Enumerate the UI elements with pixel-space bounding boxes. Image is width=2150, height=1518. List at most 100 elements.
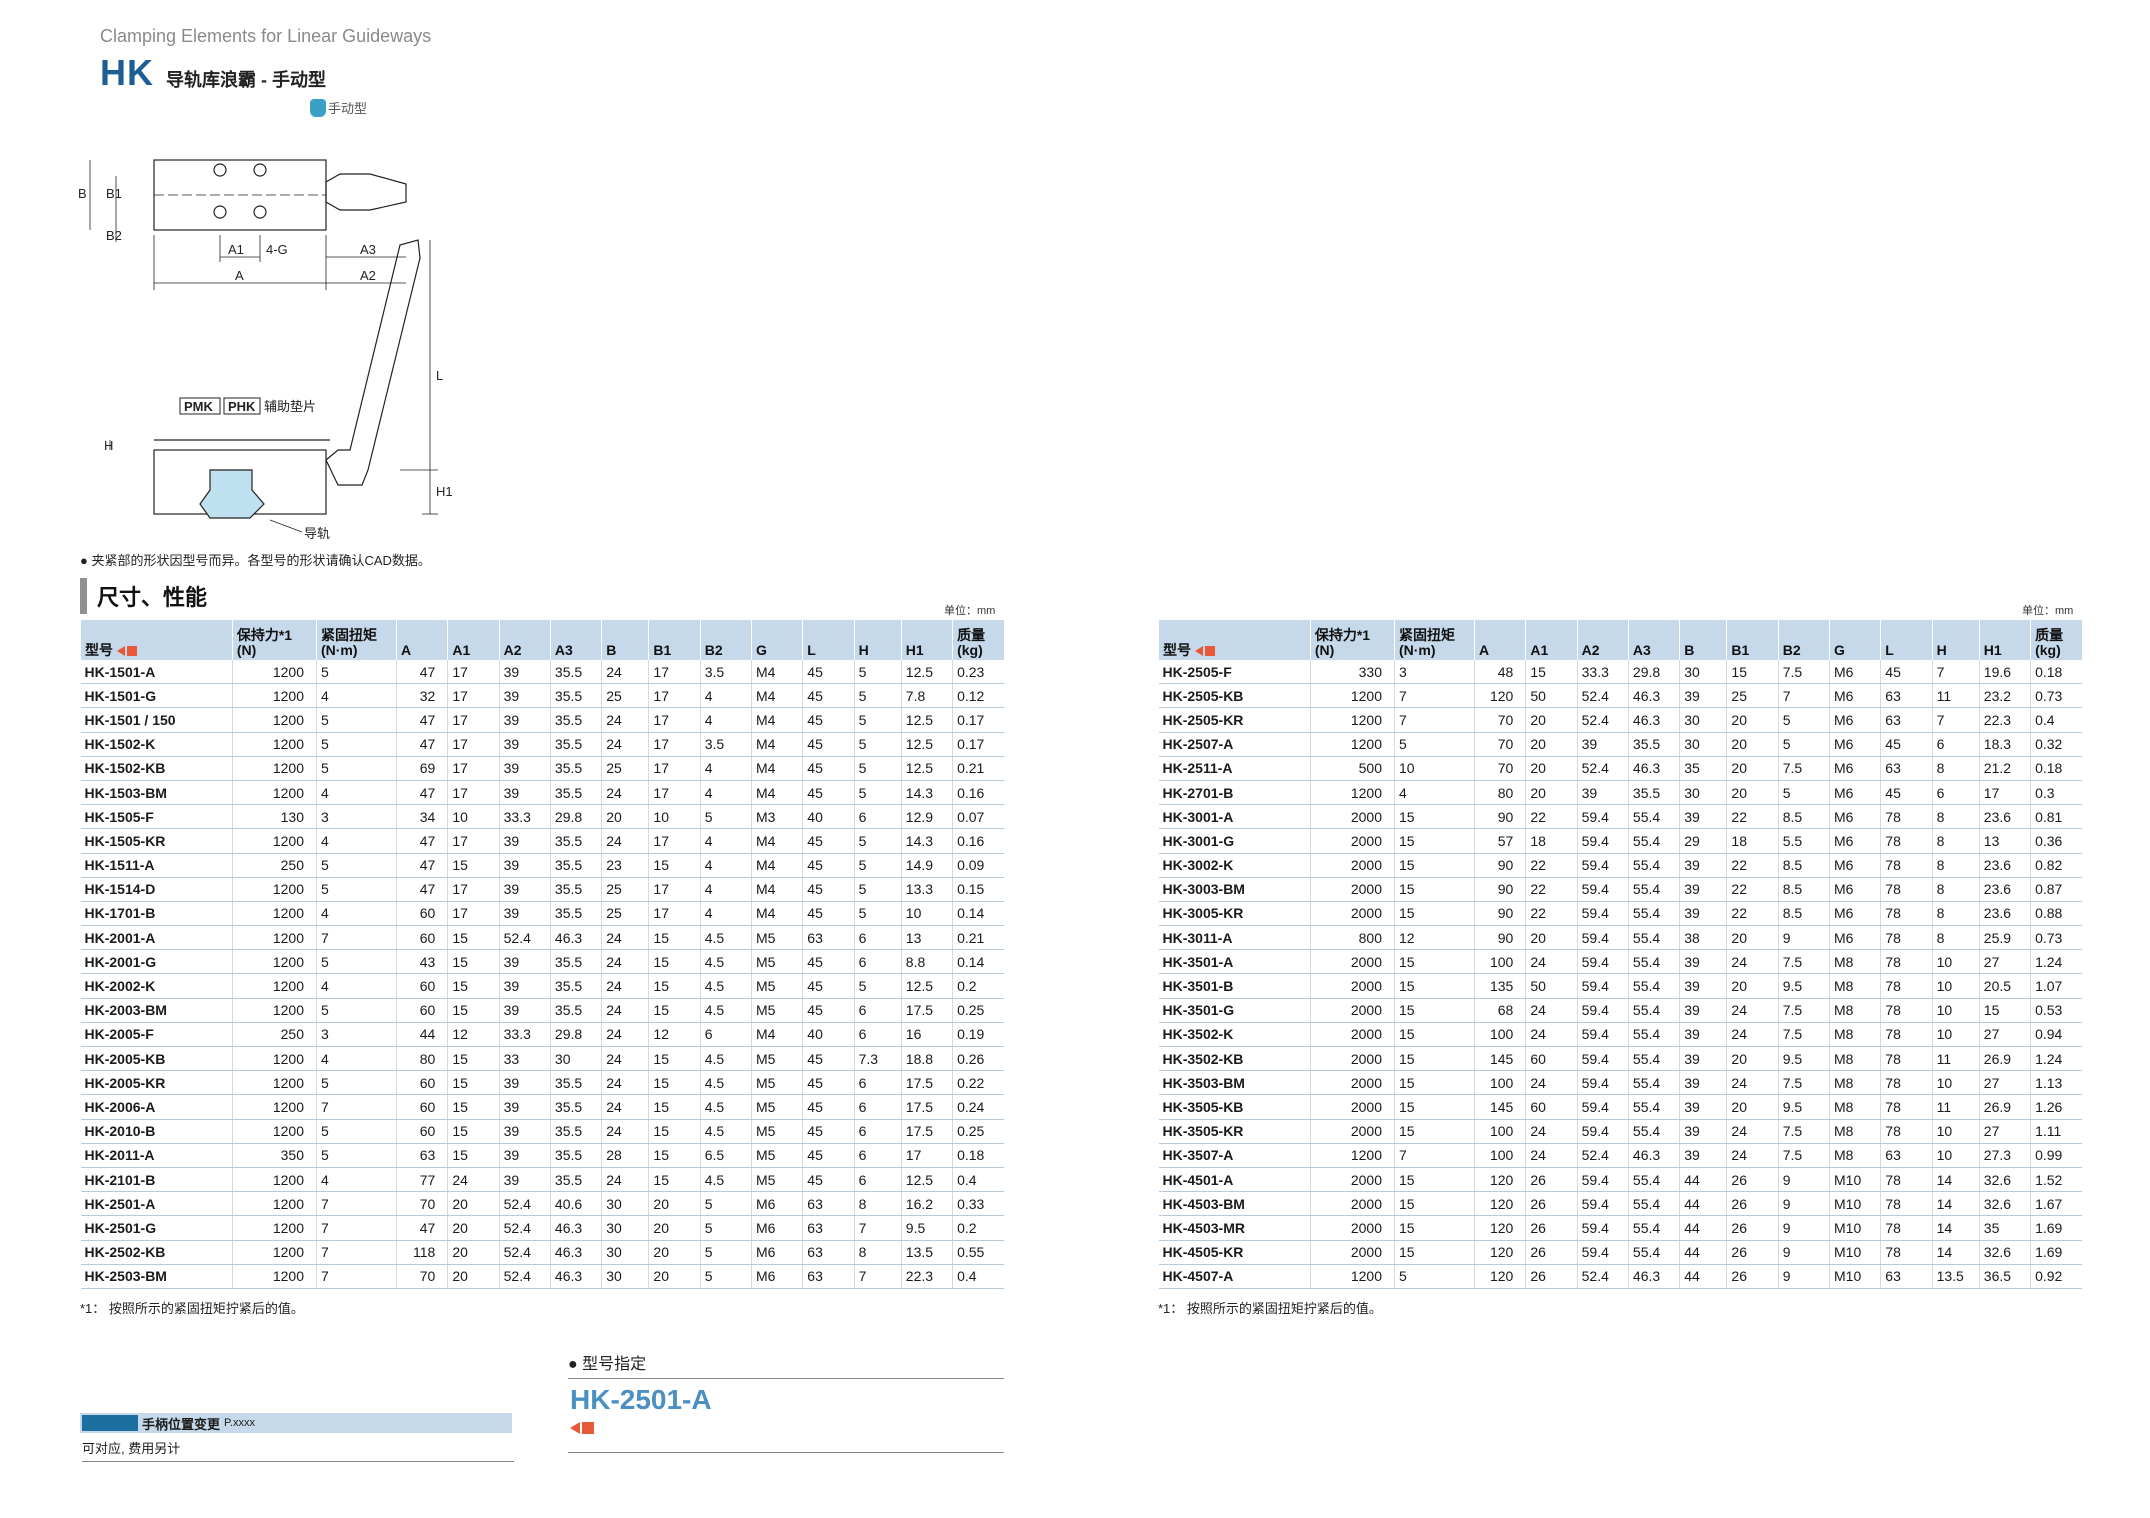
value-cell: 39	[1679, 998, 1727, 1023]
value-cell: 26	[1726, 1240, 1779, 1265]
value-cell: 30	[1679, 780, 1727, 806]
value-cell: 2000	[1309, 828, 1395, 854]
column-header-label: H1	[905, 642, 924, 658]
value-cell: 29.8	[1627, 660, 1680, 685]
value-cell: 6	[853, 1119, 902, 1144]
value-cell: 47	[396, 660, 448, 685]
column-header-label: B2	[704, 642, 723, 658]
value-cell: 45	[802, 828, 855, 854]
value-cell: 23.2	[1978, 683, 2031, 709]
value-cell: 39	[498, 949, 551, 975]
value-cell: 26	[1525, 1264, 1578, 1289]
value-cell: 20	[1726, 1094, 1779, 1120]
value-cell: 15	[1393, 1240, 1475, 1265]
column-header: H	[853, 620, 902, 660]
value-cell: 1200	[231, 973, 317, 999]
value-cell: 6	[853, 1094, 902, 1120]
column-header: A3	[1627, 620, 1680, 660]
value-cell: 12.5	[900, 1167, 953, 1193]
value-cell: 39	[498, 973, 551, 999]
value-cell: 0.88	[2030, 901, 2082, 927]
value-cell: 6	[853, 1167, 902, 1193]
value-cell: 90	[1474, 853, 1526, 878]
value-cell: 9	[1777, 1240, 1830, 1265]
column-header-label: 型号	[85, 642, 113, 658]
model-cell: HK-2511-A	[1158, 756, 1311, 781]
value-cell: 35	[1679, 756, 1727, 781]
technical-drawing: B B1 B2 A1 4-G A3 A A2 H L H1 PMK PHK 辅助…	[78, 159, 453, 540]
handle-change-ref[interactable]: P.xxxx	[224, 1417, 255, 1429]
value-cell: 2000	[1309, 901, 1395, 927]
value-cell: 6	[1931, 780, 1980, 806]
value-cell: 90	[1474, 804, 1526, 830]
value-cell: 2000	[1309, 998, 1395, 1023]
value-cell: 5	[853, 780, 902, 806]
value-cell: 22	[1525, 853, 1578, 878]
value-cell: M6	[1828, 780, 1881, 806]
value-cell: 17	[648, 756, 701, 781]
value-cell: M6	[750, 1215, 803, 1241]
value-cell: 9	[1777, 1264, 1830, 1289]
value-cell: 23.6	[1978, 877, 2031, 902]
value-cell: 15	[1393, 998, 1475, 1023]
value-cell: 40	[802, 1022, 855, 1048]
value-cell: 5	[315, 732, 397, 757]
value-cell: 24	[1525, 1143, 1578, 1168]
value-cell: 9.5	[1777, 1094, 1830, 1120]
value-cell: 78	[1880, 973, 1933, 999]
value-cell: 78	[1880, 804, 1933, 830]
value-cell: 59.4	[1576, 1215, 1629, 1241]
value-cell: 39	[498, 683, 551, 709]
value-cell: 1.24	[2030, 949, 2082, 975]
value-cell: 8.5	[1777, 901, 1830, 927]
value-cell: 43	[396, 949, 448, 975]
value-cell: 45	[802, 877, 855, 902]
value-cell: 10	[1931, 949, 1980, 975]
value-cell: 45	[1880, 732, 1933, 757]
value-cell: 24	[1726, 1143, 1779, 1168]
value-cell: 4	[699, 707, 752, 733]
value-cell: M6	[1828, 804, 1881, 830]
value-cell: 24	[447, 1167, 500, 1193]
value-cell: 1200	[1309, 683, 1395, 709]
column-header-label: 质量 (kg)	[957, 627, 986, 658]
table-row: HK-3507-A 1200 7 100 24 52.4 46.3 39 24 7.5 M8 63 10…	[1158, 1143, 2082, 1168]
value-cell: M3	[750, 804, 803, 830]
value-cell: 63	[1880, 1143, 1933, 1168]
value-cell: 20	[1726, 732, 1779, 757]
value-cell: 330	[1309, 660, 1395, 685]
value-cell: 10	[1931, 1022, 1980, 1048]
value-cell: 118	[396, 1240, 448, 1265]
column-header-label: H	[858, 642, 869, 658]
value-cell: 100	[1474, 1119, 1526, 1144]
column-header: H1	[900, 620, 953, 660]
value-cell: 46.3	[549, 1264, 602, 1289]
table-row: HK-2501-G 1200 7 47 20 52.4 46.3 30 20 5 M6 63 7 9.5 0…	[80, 1215, 1004, 1241]
value-cell: 10	[1931, 1070, 1980, 1096]
model-cell: HK-2101-B	[80, 1167, 233, 1193]
value-cell: 33.3	[1576, 660, 1629, 685]
value-cell: 52.4	[498, 1215, 551, 1241]
value-cell: 250	[231, 853, 317, 878]
model-cell: HK-2006-A	[80, 1094, 233, 1120]
model-cell: HK-1501 / 150	[80, 707, 233, 733]
value-cell: 4	[699, 877, 752, 902]
value-cell: 20.5	[1978, 973, 2031, 999]
value-cell: 40.6	[549, 1191, 602, 1217]
value-cell: 10	[1393, 756, 1475, 781]
model-cell: HK-2003-BM	[80, 998, 233, 1023]
value-cell: 59.4	[1576, 1046, 1629, 1072]
column-header: B1	[1726, 620, 1779, 660]
value-cell: 45	[802, 1143, 855, 1168]
value-cell: M5	[750, 1094, 803, 1120]
value-cell: 8	[1931, 877, 1980, 902]
value-cell: 45	[802, 1167, 855, 1193]
value-cell: 20	[447, 1264, 500, 1289]
value-cell: 20	[447, 1240, 500, 1265]
value-cell: 46.3	[1627, 683, 1680, 709]
column-header: G	[750, 620, 803, 660]
value-cell: 8.8	[900, 949, 953, 975]
value-cell: 52.4	[1576, 1143, 1629, 1168]
value-cell: M5	[750, 1070, 803, 1096]
rail-label: 导轨	[304, 526, 330, 540]
